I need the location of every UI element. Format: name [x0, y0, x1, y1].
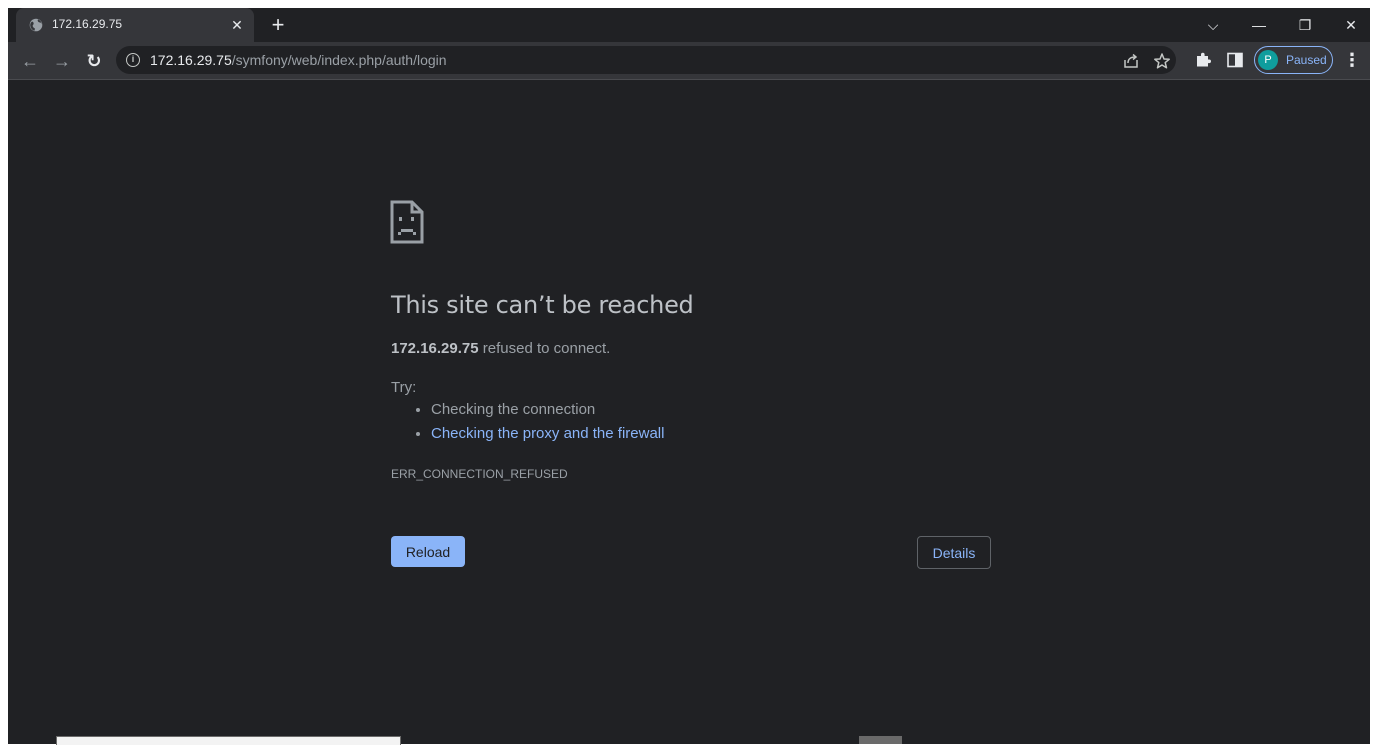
tab-strip: 172.16.29.75 ✕ + ⌵ — ❐ ✕	[8, 8, 1370, 42]
restore-button[interactable]: ❐	[1290, 14, 1320, 36]
share-icon[interactable]	[1122, 52, 1140, 70]
error-code: ERR_CONNECTION_REFUSED	[391, 467, 568, 481]
extensions-puzzle-icon[interactable]	[1194, 51, 1212, 69]
tab-title: 172.16.29.75	[52, 17, 123, 31]
side-panel-icon[interactable]	[1226, 51, 1244, 69]
details-button[interactable]: Details	[917, 536, 991, 569]
tab-search-chevron-icon[interactable]: ⌵	[1198, 14, 1228, 36]
suggestions-list: Checking the connection Checking the pro…	[391, 398, 664, 446]
list-item: Checking the connection	[431, 398, 664, 422]
sad-document-icon	[390, 200, 424, 244]
url-path: /symfony/web/index.php/auth/login	[231, 52, 447, 68]
try-label: Try:	[391, 379, 417, 396]
bookmark-star-icon[interactable]	[1153, 52, 1171, 70]
profile-button[interactable]: P Paused	[1254, 46, 1333, 74]
reload-icon[interactable]: ↻	[80, 47, 108, 75]
url-text[interactable]: 172.16.29.75/symfony/web/index.php/auth/…	[150, 52, 447, 68]
tab-close-icon[interactable]: ✕	[228, 16, 246, 34]
list-item[interactable]: Checking the proxy and the firewall	[431, 422, 664, 446]
suggestion-text: Checking the connection	[431, 401, 596, 418]
error-host: 172.16.29.75	[391, 340, 479, 357]
back-button[interactable]: ←	[16, 47, 44, 75]
error-page: This site can’t be reached 172.16.29.75 …	[8, 80, 1370, 744]
new-tab-button[interactable]: +	[266, 14, 290, 38]
tab-active[interactable]: 172.16.29.75 ✕	[16, 8, 254, 42]
toolbar: ← → ↻ i 172.16.29.75/symfony/web/index.p…	[8, 42, 1370, 80]
error-summary: 172.16.29.75 refused to connect.	[391, 340, 610, 357]
browser-window: 172.16.29.75 ✕ + ⌵ — ❐ ✕ ← → ↻ i 172.16.…	[8, 8, 1370, 744]
globe-icon	[29, 18, 43, 32]
more-menu-icon[interactable]: ⋮	[1342, 48, 1362, 72]
url-host: 172.16.29.75	[150, 52, 232, 68]
profile-status-label: Paused	[1286, 53, 1327, 67]
minimize-button[interactable]: —	[1244, 14, 1274, 36]
window-close-button[interactable]: ✕	[1336, 14, 1366, 36]
address-bar[interactable]: i 172.16.29.75/symfony/web/index.php/aut…	[116, 46, 1176, 74]
proxy-firewall-link[interactable]: Checking the proxy and the firewall	[431, 425, 664, 442]
site-info-icon[interactable]: i	[126, 53, 140, 67]
reload-button[interactable]: Reload	[391, 536, 465, 567]
avatar: P	[1258, 50, 1278, 70]
error-summary-text: refused to connect.	[478, 340, 611, 357]
forward-button[interactable]: →	[48, 47, 76, 75]
page-title: This site can’t be reached	[391, 291, 694, 319]
taskbar-strip	[0, 728, 1382, 745]
taskbar-app-button[interactable]	[859, 736, 902, 744]
